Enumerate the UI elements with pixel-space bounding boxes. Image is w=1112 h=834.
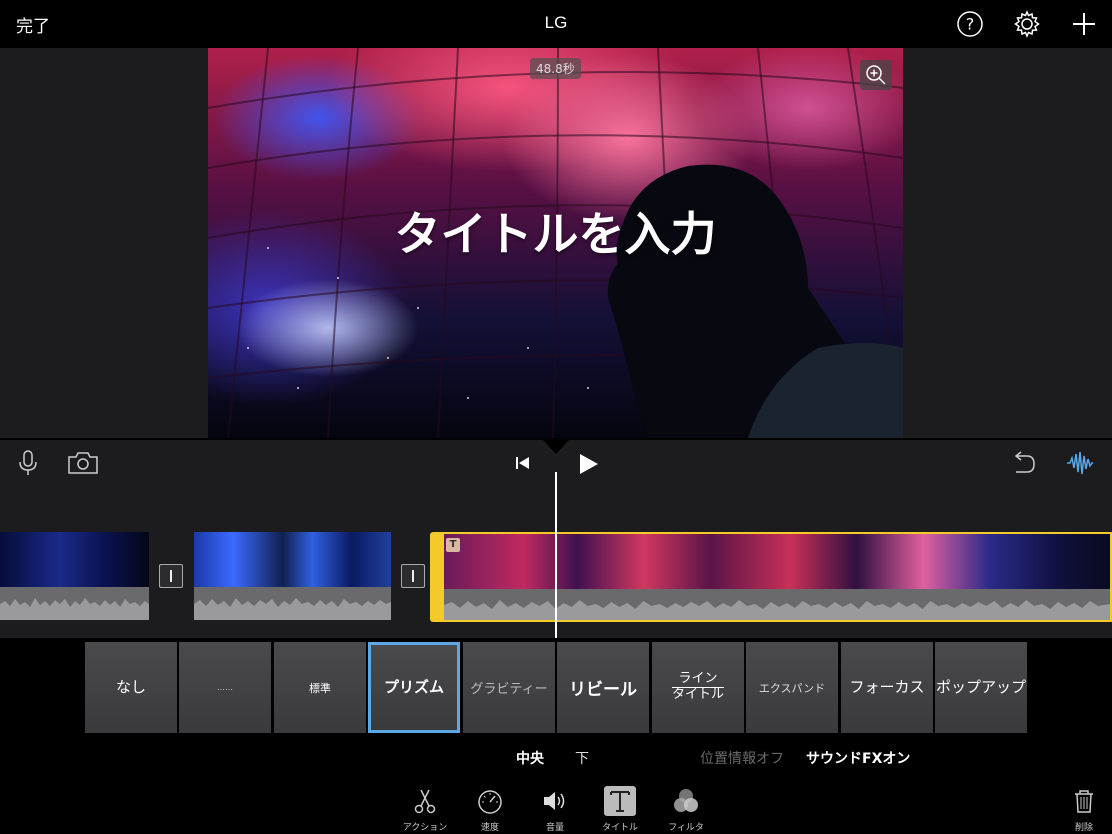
style-line-title[interactable]: ライン タイトル (652, 642, 744, 733)
duration-badge: 48.8秒 (530, 58, 581, 79)
title-overlay-text[interactable]: タイトルを入力 (208, 198, 903, 264)
tool-label: タイトル (601, 823, 638, 833)
trash-icon (1075, 790, 1093, 813)
tool-label: 速度 (480, 823, 499, 833)
style-expand[interactable]: エクスパンド (746, 642, 838, 733)
title-t-icon (610, 791, 630, 812)
clip-thumbnails (444, 534, 1110, 589)
microphone-icon[interactable] (18, 450, 38, 476)
clip-audio-waveform (194, 587, 391, 620)
sound-fx-toggle[interactable]: サウンドFXオン (806, 748, 910, 768)
video-clip-3-selected[interactable] (444, 532, 1112, 622)
location-off-toggle[interactable]: 位置情報オフ (700, 748, 784, 768)
position-bottom-option[interactable]: 下 (575, 748, 589, 768)
video-preview[interactable]: 48.8秒 タイトルを入力 (208, 48, 903, 438)
top-bar: 完了 LG ? (0, 0, 1112, 48)
add-icon[interactable] (1070, 10, 1098, 38)
speedometer-icon (478, 790, 502, 814)
filter-circles-icon (674, 789, 698, 812)
skip-to-start-icon[interactable] (515, 455, 531, 471)
play-icon[interactable] (578, 452, 600, 476)
style-label-line1: ライン (671, 671, 724, 688)
playhead-pointer (543, 440, 569, 454)
audio-waveform-icon[interactable] (1066, 450, 1094, 476)
zoom-in-icon (866, 65, 886, 85)
tool-speed[interactable]: 速度 (460, 786, 520, 833)
transition-button-1[interactable] (159, 564, 183, 588)
style-gravity[interactable]: グラビティー (463, 642, 555, 733)
style-standard[interactable]: 標準 (274, 642, 366, 733)
style-label: プリズム (383, 678, 444, 697)
tool-volume[interactable]: 音量 (525, 786, 585, 833)
svg-text:?: ? (966, 15, 975, 34)
delete-label: 削除 (1074, 823, 1093, 833)
speaker-icon (544, 792, 565, 810)
style-label-line2: タイトル (671, 687, 724, 702)
style-label: リビール (569, 680, 637, 700)
clip-thumbnails (194, 532, 391, 587)
clip-audio-waveform (444, 589, 1110, 620)
undo-icon[interactable] (1010, 451, 1036, 475)
transition-button-2[interactable] (401, 564, 425, 588)
tool-action[interactable]: アクション (395, 786, 455, 833)
clip-trim-handle[interactable] (430, 532, 444, 622)
help-icon[interactable]: ? (956, 10, 984, 38)
project-title: LG (544, 13, 568, 32)
style-focus[interactable]: フォーカス (841, 642, 933, 733)
gear-icon[interactable] (1013, 10, 1041, 38)
playhead[interactable] (555, 472, 557, 638)
tool-title[interactable]: タイトル (590, 786, 650, 833)
style-prism[interactable]: プリズム (368, 642, 460, 733)
zoom-button[interactable] (860, 60, 892, 90)
tool-filter[interactable]: フィルタ (656, 786, 716, 833)
style-label: ライン タイトル (671, 671, 724, 703)
style-label: ポップアップ (935, 678, 1026, 697)
video-clip-1[interactable] (0, 532, 149, 620)
tool-label: アクション (402, 823, 448, 833)
delete-button[interactable]: 削除 (1054, 786, 1112, 833)
style-reveal[interactable]: リビール (557, 642, 649, 733)
style-popup[interactable]: ポップアップ (935, 642, 1027, 733)
style-label: グラビティー (470, 682, 548, 697)
style-label: 標準 (309, 681, 331, 695)
clip-thumbnails (0, 532, 149, 587)
style-standard-lower[interactable]: …… (179, 642, 271, 733)
camera-icon[interactable] (68, 452, 98, 474)
style-label: エクスパンド (758, 681, 826, 695)
scissors-icon (414, 789, 436, 814)
clip-audio-waveform (0, 587, 149, 620)
style-label: フォーカス (849, 678, 925, 697)
video-clip-2[interactable] (194, 532, 391, 620)
style-none[interactable]: なし (85, 642, 177, 733)
title-indicator-icon: T (446, 538, 460, 552)
style-label: なし (115, 678, 146, 697)
tool-label: フィルタ (668, 823, 704, 833)
tool-label: 音量 (545, 823, 564, 833)
style-label: …… (217, 683, 233, 692)
position-center-option[interactable]: 中央 (516, 748, 544, 768)
